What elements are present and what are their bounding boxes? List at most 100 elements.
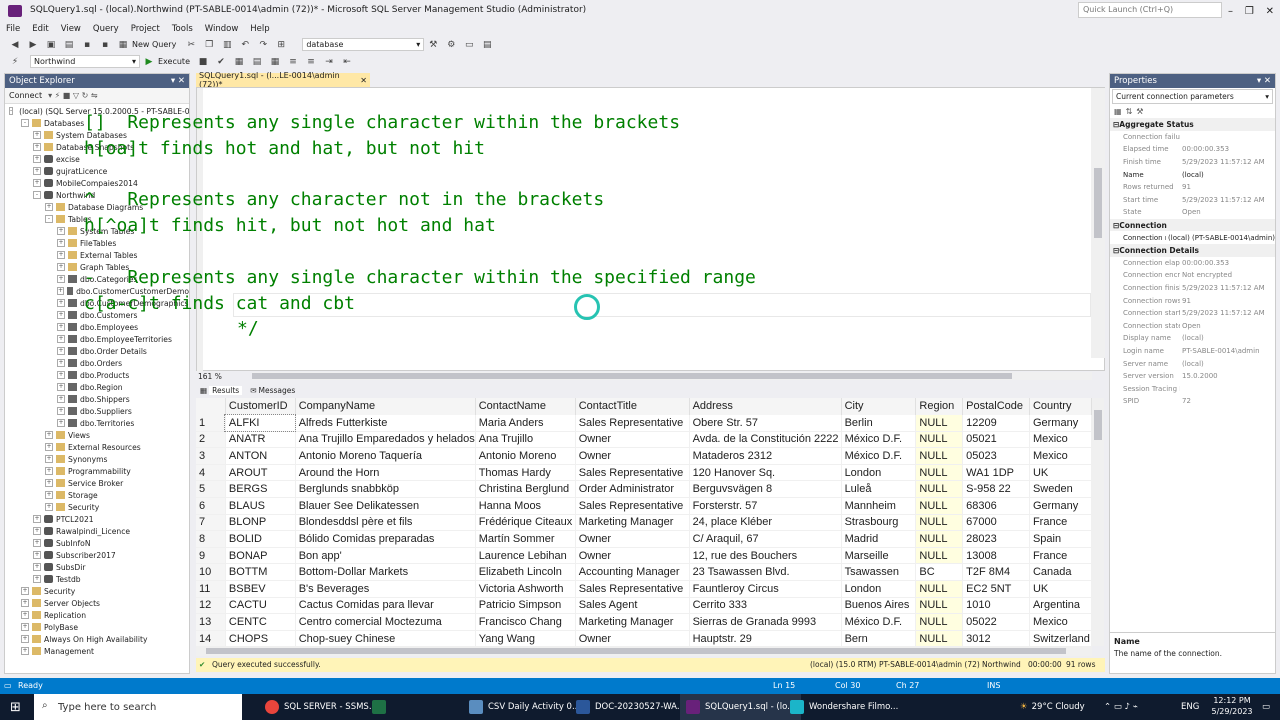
property-row-connection-finish-time[interactable]: Connection finish time5/29/2023 11:57:12…: [1110, 282, 1275, 295]
column-header-contactname[interactable]: ContactName: [475, 398, 576, 415]
cell-contacttitle[interactable]: Sales Representative: [575, 497, 690, 515]
expand-icon[interactable]: +: [33, 143, 41, 151]
cell-city[interactable]: Strasbourg: [841, 514, 917, 532]
row-number[interactable]: 8: [196, 530, 226, 548]
new-query-button[interactable]: New Query: [132, 40, 176, 49]
collapse-icon[interactable]: -: [45, 215, 53, 223]
property-pages-icon[interactable]: ⚒: [1136, 107, 1143, 116]
cell-companyname[interactable]: Berglunds snabbköp: [295, 480, 476, 499]
cell-postalcode[interactable]: 1010: [962, 597, 1030, 615]
cell-postalcode[interactable]: 68306: [962, 497, 1030, 515]
cell-country[interactable]: UK: [1029, 580, 1092, 598]
tree-node-rawalpindi-licence[interactable]: + Rawalpindi_Licence: [5, 525, 189, 537]
cell-address[interactable]: 24, place Kléber: [689, 514, 842, 532]
expand-icon[interactable]: +: [33, 131, 41, 139]
collapse-icon[interactable]: -: [33, 191, 41, 199]
cell-region[interactable]: NULL: [915, 480, 964, 499]
redo-icon[interactable]: ↷: [256, 39, 270, 51]
row-number[interactable]: 5: [196, 480, 226, 499]
cell-country[interactable]: France: [1029, 547, 1092, 565]
tab-sqlquery1[interactable]: SQLQuery1.sql - (l...LE-0014\admin (72))…: [196, 71, 370, 89]
scrollbar-thumb[interactable]: [206, 648, 1066, 654]
property-row-start-time[interactable]: Start time 5/29/2023 11:57:12 AM: [1110, 194, 1275, 207]
column-header-address[interactable]: Address: [689, 398, 842, 415]
cell-customerid[interactable]: BOLID: [225, 530, 296, 548]
cell-country[interactable]: Sweden: [1029, 480, 1092, 499]
cell-contactname[interactable]: Elizabeth Lincoln: [475, 563, 576, 582]
property-row-rows-returned[interactable]: Rows returned 91: [1110, 181, 1275, 194]
column-header-contacttitle[interactable]: ContactTitle: [575, 398, 690, 415]
cell-address[interactable]: 12, rue des Bouchers: [689, 547, 842, 565]
property-row-state[interactable]: State Open: [1110, 206, 1275, 219]
property-row-name[interactable]: Name (local): [1110, 168, 1275, 181]
table-row[interactable]: 9 BONAP Bon app' Laurence Lebihan Owner 12, r…: [196, 547, 1092, 565]
available-databases-select[interactable]: Northwind ▾: [30, 55, 140, 68]
forward-icon[interactable]: ▶: [26, 39, 40, 51]
row-number[interactable]: 12: [196, 597, 226, 615]
tree-node-subsdir[interactable]: + SubsDir: [5, 561, 189, 573]
cell-contactname[interactable]: Martín Sommer: [475, 530, 576, 548]
cell-contactname[interactable]: Francisco Chang: [475, 613, 576, 631]
cell-postalcode[interactable]: EC2 5NT: [962, 580, 1030, 598]
tree-node-dbo-orders[interactable]: + dbo.Orders: [5, 357, 189, 369]
connect-icon[interactable]: ⚡: [8, 56, 22, 68]
task-view-icon[interactable]: ▣: [234, 694, 242, 720]
property-row-connection-encryption[interactable]: Connection encryptionNot encrypted: [1110, 269, 1275, 282]
cell-city[interactable]: London: [841, 464, 917, 482]
table-row[interactable]: 14 CHOPS Chop-suey Chinese Yang Wang Owner Ha…: [196, 630, 1092, 646]
cell-city[interactable]: México D.F.: [841, 447, 917, 465]
cell-country[interactable]: Germany: [1029, 414, 1092, 432]
cell-customerid[interactable]: BLAUS: [225, 497, 296, 515]
settings-icon[interactable]: ⚙: [444, 39, 458, 51]
expand-icon[interactable]: +: [45, 467, 53, 475]
minimize-icon[interactable]: –: [1228, 6, 1233, 17]
editor-horizontal-scrollbar[interactable]: [251, 372, 1092, 380]
tree-node-programmability[interactable]: + Programmability: [5, 465, 189, 477]
property-category-aggregate-status[interactable]: ⊟ Aggregate Status: [1110, 118, 1275, 131]
results-grid[interactable]: CustomerID CompanyName ContactName ContactT…: [196, 398, 1092, 646]
cell-city[interactable]: México D.F.: [841, 431, 917, 449]
menu-tools[interactable]: Tools: [172, 24, 193, 34]
cell-region[interactable]: NULL: [915, 447, 964, 465]
cell-region[interactable]: NULL: [915, 464, 964, 482]
expand-icon[interactable]: +: [57, 383, 65, 391]
column-header-customerid[interactable]: CustomerID: [225, 398, 296, 415]
zoom-level[interactable]: 161 %: [198, 372, 222, 381]
tree-node-external-resources[interactable]: + External Resources: [5, 441, 189, 453]
menu-window[interactable]: Window: [205, 24, 239, 34]
tree-node-dbo-employeeterritories[interactable]: + dbo.EmployeeTerritories: [5, 333, 189, 345]
table-row[interactable]: 5 BERGS Berglunds snabbköp Christina Berglu…: [196, 480, 1092, 499]
expand-icon[interactable]: +: [33, 575, 41, 583]
row-number[interactable]: 4: [196, 464, 226, 482]
taskbar-app-word[interactable]: DOC-20230527-WA...: [576, 694, 685, 720]
row-number[interactable]: 11: [196, 580, 226, 598]
tree-node-subscriber2017[interactable]: + Subscriber2017: [5, 549, 189, 561]
menu-project[interactable]: Project: [131, 24, 160, 34]
tree-node-external-tables[interactable]: + External Tables: [5, 249, 189, 261]
cell-postalcode[interactable]: 05021: [962, 431, 1030, 449]
expand-icon[interactable]: +: [57, 347, 65, 355]
cell-customerid[interactable]: CENTC: [225, 613, 296, 631]
connect-dropdown[interactable]: Connect: [9, 91, 42, 100]
tree-node-dbo-suppliers[interactable]: + dbo.Suppliers: [5, 405, 189, 417]
property-row-connection-elapsed[interactable]: Connection elapsed00:00:00.353: [1110, 257, 1275, 270]
property-row-spid[interactable]: SPID 72: [1110, 395, 1275, 408]
cell-customerid[interactable]: ANTON: [225, 447, 296, 465]
expand-icon[interactable]: +: [45, 443, 53, 451]
wrench-icon[interactable]: ⚒: [426, 39, 440, 51]
cell-companyname[interactable]: Centro comercial Moctezuma: [295, 613, 476, 631]
tree-node-dbo-employees[interactable]: + dbo.Employees: [5, 321, 189, 333]
taskbar-app-excel[interactable]: [372, 694, 391, 720]
expand-icon[interactable]: +: [57, 311, 65, 319]
expand-icon[interactable]: +: [33, 563, 41, 571]
tree-node-security[interactable]: + Security: [5, 585, 189, 597]
cell-customerid[interactable]: BLONP: [225, 514, 296, 532]
property-row-connection-name[interactable]: Connection name(local) (PT-SABLE-0014\ad…: [1110, 231, 1275, 244]
taskbar-app-notepad[interactable]: CSV Daily Activity 0...: [469, 694, 580, 720]
menu-file[interactable]: File: [6, 24, 20, 34]
cell-address[interactable]: Obere Str. 57: [689, 414, 842, 432]
expand-icon[interactable]: +: [57, 299, 65, 307]
cell-city[interactable]: Marseille: [841, 547, 917, 565]
scrollbar-thumb[interactable]: [1094, 168, 1102, 238]
properties-icon[interactable]: ▤: [480, 39, 494, 51]
